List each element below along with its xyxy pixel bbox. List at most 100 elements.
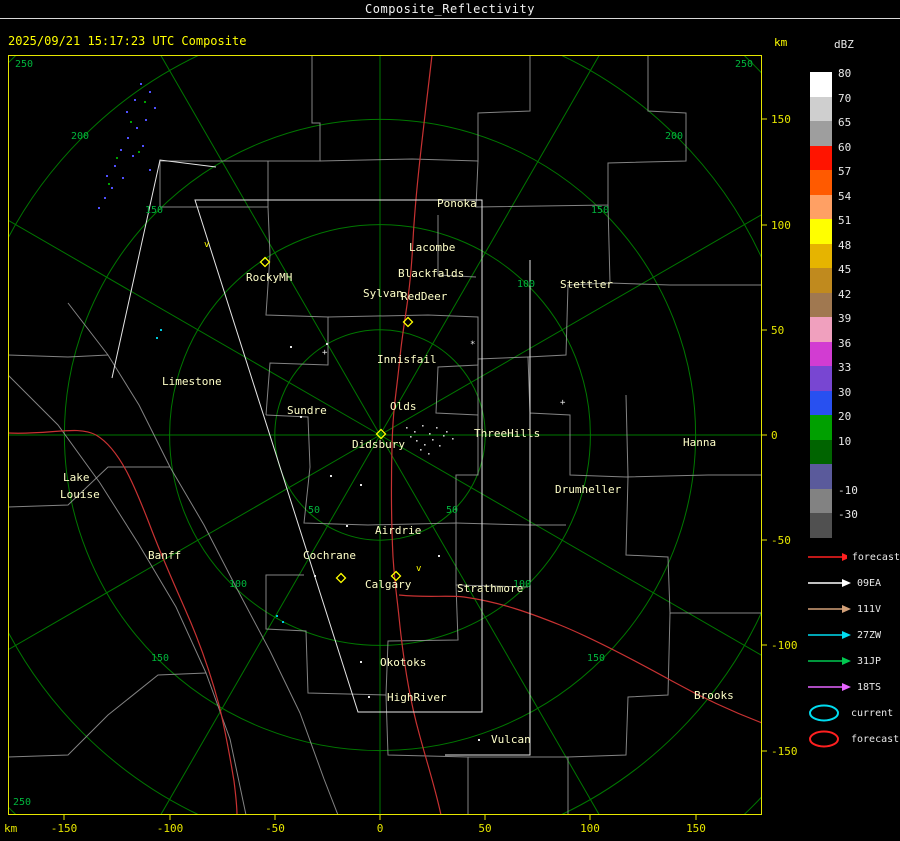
ring-distance-label: 250 [15,59,33,70]
scale-row-57: 57 [806,165,898,195]
ground-clutter [422,425,424,427]
scale-row-36: 36 [806,337,898,366]
county-boundary-6 [625,474,762,478]
precip-echo [130,121,132,123]
scale-swatch [810,145,832,170]
ground-clutter [439,445,441,447]
scale-swatch-column: 80 70 65 60 57 54 51 48 45 42 39 36 33 30 20 10 -10 -30 [806,67,898,538]
scale-swatch [810,513,832,538]
city-label-strathmore: Strathmore [457,582,523,595]
precip-echo [114,165,116,167]
scale-row-80: 80 [806,67,898,97]
city-label-banff: Banff [148,549,181,562]
city-label-highriver: HighRiver [387,691,447,704]
precip-echo [156,337,158,339]
y-axis-label-150: 150 [771,113,791,126]
city-label-ponoka: Ponoka [437,197,477,210]
ring-distance-label: 50 [446,505,458,516]
y-axis-label--50: -50 [771,534,791,547]
city-label-rockymh: RockyMH [246,271,292,284]
scale-value: 39 [838,312,852,325]
city-label-lacombe: Lacombe [409,241,455,254]
radial-line-150 [8,434,381,651]
county-boundary-1 [319,55,531,162]
legend-row-forecast: forecast [806,544,900,570]
legend-label: 27ZW [857,629,882,641]
scale-swatch [810,464,832,489]
ground-clutter [446,431,448,433]
ground-clutter [406,427,408,429]
legend-row-27zw: 27ZW [806,622,900,648]
ring-distance-label: 200 [665,131,683,142]
arrow-icon [808,657,851,665]
city-label-sylvan: Sylvan [363,287,403,300]
ring-distance-label: 250 [735,59,753,70]
scale-row-54: 54 [806,190,898,219]
precip-echo [132,155,134,157]
city-label-reddeer: RedDeer [401,290,448,303]
highway-2 [398,594,762,724]
precip-echo [276,615,278,617]
scale-row-30: 30 [806,386,898,415]
radar-map-canvas[interactable]: 150 200 250 100 150 200 250 50 100 150 50 100 150 250… [0,55,800,841]
ground-clutter [428,453,430,455]
y-axis-label--150: -150 [771,745,798,758]
precip-echo [122,177,124,179]
legend-label: forecast [851,733,900,745]
legend-label: 09EA [857,577,882,589]
town-dot [346,525,348,527]
city-label-airdrie: Airdrie [375,524,421,537]
x-axis-label-100: 100 [580,822,600,835]
city-label-sundre: Sundre [287,404,327,417]
city-label-okotoks: Okotoks [380,656,426,669]
legend-row-current-ellipse: current [806,700,900,726]
precip-echo [145,119,147,121]
y-axis-label--100: -100 [771,639,798,652]
scale-value: 45 [838,263,852,276]
scale-value: 57 [838,165,852,178]
ring-distance-label: 150 [151,653,169,664]
storm-legend: forecast 09EA 111V 27ZW 31JP 18TS current forec… [806,544,900,752]
city-label-innisfail: Innisfail [377,353,437,366]
window-title: Composite_Reflectivity [365,2,535,16]
scale-unit-label: dBZ [834,38,854,51]
scale-value: 80 [838,67,852,80]
scale-row-70: 70 [806,92,898,121]
scale-value: 30 [838,385,852,399]
town-dot [330,475,332,477]
county-boundary-20 [8,672,207,758]
arrow-icon [808,631,851,639]
scale-swatch [810,439,832,464]
x-axis-label-50: 50 [478,822,491,835]
scale-swatch [810,170,832,195]
scale-value: 48 [838,238,852,252]
county-boundary-7 [567,612,671,815]
scale-swatch [810,268,832,293]
county-boundary-13 [455,522,566,526]
legend-row-31jp: 31JP [806,648,900,674]
county-boundary-22 [477,356,529,415]
scale-row--30: -30 [806,508,898,538]
precip-echo [111,187,113,189]
scale-swatch [810,243,832,268]
scale-value: 65 [838,116,852,129]
county-boundary-5 [625,394,762,614]
scale-value: 20 [838,410,852,423]
precip-echo [142,145,144,147]
radial-line-30 [379,434,762,657]
city-label-lake: Lake [63,471,90,484]
x-axis-label--100: -100 [157,822,184,835]
radar-map[interactable]: 150 200 250 100 150 200 250 50 100 150 50 100 150 250… [0,55,800,841]
scale-row-45: 45 [806,263,898,293]
window-titlebar: Composite_Reflectivity [0,0,900,19]
precip-echo [104,197,106,199]
town-dot [326,343,328,345]
scale-value: -10 [838,483,858,497]
x-axis-label-0: 0 [377,822,384,835]
y-axis-label-0: 0 [771,429,778,442]
precip-echo [108,183,110,185]
precip-echo [160,329,162,331]
legend-label: current [851,707,894,719]
legend-label: forecast [851,551,900,563]
county-boundary-12 [265,414,459,696]
